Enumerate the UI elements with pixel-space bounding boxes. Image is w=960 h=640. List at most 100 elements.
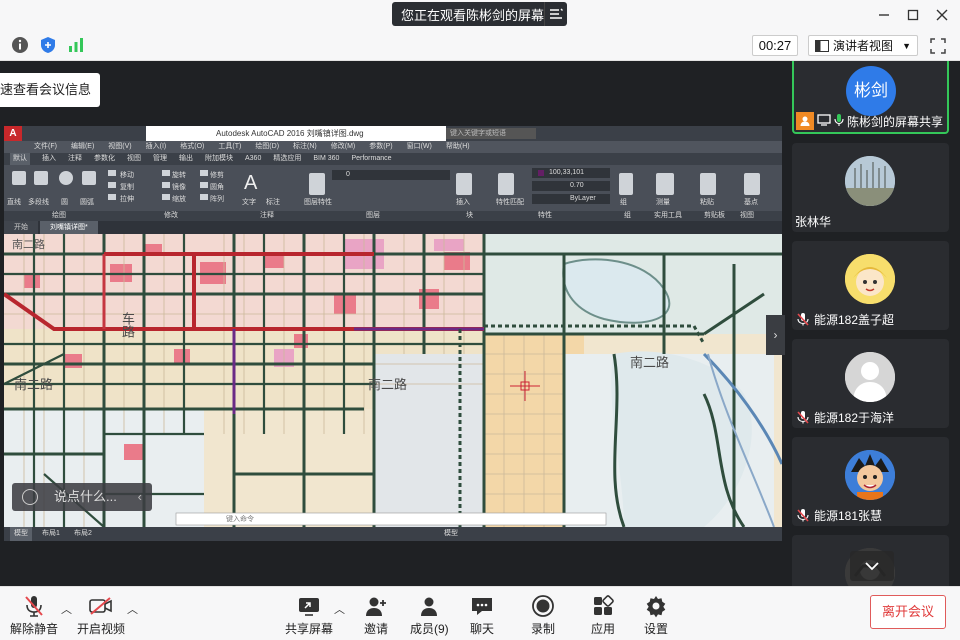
shared-screen-stage: 速查看会议信息 A Autodesk AutoCAD 2016 刘嘴镇详图.dw… — [0, 61, 785, 586]
autocad-document-tabs: 开始 刘嘴镇详图* — [4, 221, 782, 234]
record-button[interactable]: 录制 — [530, 593, 556, 639]
mic-icon — [834, 113, 844, 130]
acad-menu: 编辑(E) — [70, 143, 95, 150]
acad-tab: 管理 — [153, 155, 167, 162]
chat-quick-input[interactable]: 说点什么... ‹ — [12, 483, 152, 511]
participant-tile[interactable] — [792, 535, 949, 586]
collapse-panel-icon[interactable]: › — [766, 315, 785, 355]
signal-icon[interactable] — [67, 36, 85, 54]
color-value: 100,33,101 — [549, 169, 585, 176]
participant-name: 能源182于海洋 — [814, 410, 895, 425]
acad-menu: 窗口(W) — [406, 143, 432, 150]
unmute-button[interactable]: 解除静音 — [10, 593, 58, 639]
participant-tile[interactable]: 能源182盖子超 — [792, 241, 949, 330]
chevron-up-icon[interactable]: ︿ — [334, 601, 345, 617]
list-menu-icon[interactable] — [544, 2, 567, 26]
view-mode-dropdown[interactable]: 演讲者视图 ▼ — [808, 35, 918, 56]
share-screen-button[interactable]: 共享屏幕 — [285, 593, 333, 639]
acad-tab: 视图 — [127, 155, 141, 162]
start-video-button[interactable]: 开启视频 — [77, 593, 125, 639]
linetype-value: ByLayer — [570, 195, 596, 202]
participant-tile[interactable]: 能源181张慧 — [792, 437, 949, 526]
chat-button[interactable]: 聊天 — [469, 593, 495, 639]
acad-tab: 精选应用 — [273, 155, 302, 162]
chat-label: 聊天 — [469, 622, 494, 636]
fullscreen-icon[interactable] — [930, 38, 946, 54]
record-label: 录制 — [530, 622, 555, 636]
emoji-icon[interactable] — [22, 489, 38, 505]
unmute-label: 解除静音 — [10, 622, 59, 636]
ribbon-label: 多段线 — [28, 199, 49, 206]
minimize-icon[interactable] — [874, 5, 894, 25]
invite-button[interactable]: 邀请 — [363, 593, 389, 639]
ribbon-label: 测量 — [656, 199, 670, 206]
participant-name-row: 陈彬剑的屏幕共享 — [794, 110, 943, 132]
acad-tab: 输出 — [179, 155, 193, 162]
leave-meeting-button[interactable]: 离开会议 — [870, 595, 946, 629]
ribbon-label: 特性匹配 — [496, 199, 524, 206]
participant-name-row: 能源181张慧 — [792, 504, 882, 526]
acad-menu: 工具(T) — [218, 143, 242, 150]
chevron-down-icon: ▼ — [902, 40, 911, 51]
map-label: 南二路 — [12, 239, 45, 251]
info-icon[interactable] — [11, 36, 29, 54]
chevron-up-icon[interactable]: ︿ — [61, 601, 72, 617]
acad-tab: 参数化 — [94, 155, 115, 162]
acad-tab: 插入 — [42, 155, 56, 162]
ribbon-label: 修剪 — [210, 172, 224, 179]
command-line-input: 键入命令 — [226, 516, 254, 523]
start-video-label: 开启视频 — [77, 622, 126, 636]
acad-tab: 默认 — [10, 153, 30, 165]
ribbon-group: 视图 — [740, 212, 754, 219]
ribbon-label: 粘贴 — [700, 199, 714, 206]
close-icon[interactable] — [932, 5, 952, 25]
autocad-menu-bar: 文件(F) 编辑(E) 视图(V) 插入(I) 格式(O) 工具(T) 绘图(D… — [4, 141, 782, 153]
ribbon-group: 图层 — [366, 212, 380, 219]
title-bar: 您正在观看陈彬剑的屏幕 — [0, 0, 960, 30]
ribbon-label: 阵列 — [210, 196, 224, 203]
ribbon-label: 图层特性 — [304, 199, 332, 206]
avatar — [845, 352, 895, 402]
ribbon-label: 复制 — [120, 184, 134, 191]
avatar — [845, 254, 895, 304]
scroll-down-icon[interactable] — [850, 551, 894, 581]
participant-name-row: 能源182盖子超 — [792, 308, 894, 330]
participant-name-row: 张林华 — [792, 210, 831, 232]
autocad-title: Autodesk AutoCAD 2016 刘嘴镇详图.dwg — [146, 126, 446, 141]
acad-menu: 视图(V) — [108, 143, 132, 150]
apps-button[interactable]: 应用 — [590, 593, 616, 639]
ribbon-label: 拉伸 — [120, 196, 134, 203]
video-off-icon — [88, 593, 114, 619]
chevron-left-icon[interactable]: ‹ — [138, 483, 142, 511]
acad-tab: A360 — [245, 155, 262, 162]
chevron-up-icon[interactable]: ︿ — [127, 601, 138, 617]
members-label: 成员(9) — [410, 622, 449, 636]
status-model: 模型 — [444, 530, 458, 537]
acad-menu: 标注(N) — [293, 143, 317, 150]
ribbon-label: 镜像 — [172, 184, 186, 191]
meeting-info-tip[interactable]: 速查看会议信息 — [0, 73, 100, 107]
participant-tile[interactable]: 张林华 — [792, 143, 949, 232]
map-label: 南二路 — [630, 355, 670, 370]
screen-share-banner[interactable]: 您正在观看陈彬剑的屏幕 — [392, 2, 567, 26]
participant-tile[interactable]: 能源182于海洋 — [792, 339, 949, 428]
svg-text:A: A — [244, 172, 258, 194]
autocad-ribbon-groups: 绘图 修改 注释 图层 块 特性 组 实用工具 剪贴板 视图 — [4, 211, 782, 221]
mic-muted-icon — [795, 409, 811, 425]
avatar — [845, 156, 895, 206]
layout-tab: 模型 — [10, 527, 32, 541]
screen-share-icon — [817, 113, 831, 129]
ribbon-label: 组 — [620, 199, 627, 206]
maximize-icon[interactable] — [903, 5, 923, 25]
participant-tile[interactable]: 彬剑 陈彬剑的屏幕共享 — [792, 61, 949, 134]
members-button[interactable]: 成员(9) — [410, 593, 449, 639]
share-screen-icon — [296, 593, 322, 619]
settings-button[interactable]: 设置 — [643, 593, 669, 639]
autocad-logo: A — [4, 126, 22, 141]
autocad-search: 键入关键字或短语 — [446, 128, 536, 139]
ribbon-label: 移动 — [120, 172, 134, 179]
shield-icon[interactable] — [39, 36, 57, 54]
avatar: 彬剑 — [846, 66, 896, 116]
participant-name-row: 能源182于海洋 — [792, 406, 894, 428]
ribbon-label: 缩放 — [172, 196, 186, 203]
